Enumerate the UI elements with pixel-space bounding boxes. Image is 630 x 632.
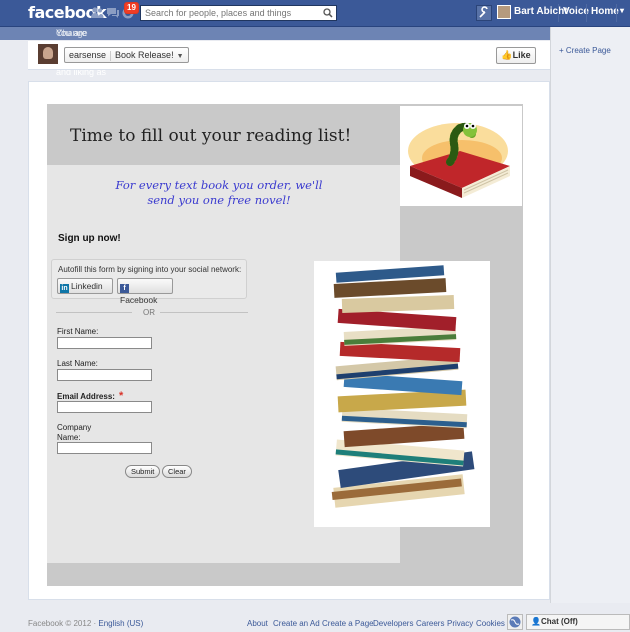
first-name-field[interactable] [57, 337, 152, 349]
language-link[interactable]: English (US) [98, 619, 143, 628]
divider-left [56, 312, 132, 313]
globe-icon[interactable] [507, 614, 523, 630]
like-label: Like [512, 50, 531, 60]
footer-link-careers[interactable]: Careers [416, 619, 444, 628]
like-button[interactable]: 👍Like [496, 47, 536, 64]
messages-icon[interactable] [106, 6, 120, 19]
friend-requests-icon[interactable] [90, 6, 104, 19]
chevron-down-icon: ▼ [176, 53, 184, 60]
tab-name: Book Release! [115, 50, 174, 60]
thumbs-up-icon: 👍 [501, 50, 513, 60]
company-name-label: Company Name: [57, 423, 92, 442]
footer-link-about[interactable]: About [247, 619, 268, 628]
home-link[interactable]: Home [591, 6, 619, 17]
last-name-field[interactable] [57, 369, 152, 381]
facebook-autofill-button[interactable]: fFacebook [117, 278, 173, 305]
facebook-icon: f [120, 284, 129, 293]
user-avatar[interactable] [497, 5, 511, 19]
page-tab-selector[interactable]: earsense Book Release! ▼ [64, 47, 189, 63]
email-field[interactable] [57, 401, 152, 413]
copyright-notice: Facebook © 2012 · English (US) [28, 619, 144, 628]
create-page-link[interactable]: + Create Page [559, 46, 611, 55]
nav-divider [586, 4, 587, 22]
page-headline: Time to fill out your reading list! [70, 126, 352, 146]
footer-link-privacy[interactable]: Privacy [447, 619, 473, 628]
divider-right [160, 312, 248, 313]
footer-link-create-ad[interactable]: Create an Ad [273, 619, 320, 628]
clear-button[interactable]: Clear [162, 465, 192, 478]
chat-bar[interactable]: 👤Chat (Off) [526, 614, 630, 630]
autofill-instructions: Autofill this form by signing into your … [58, 265, 242, 274]
account-menu-chevron-icon[interactable]: ▾ [620, 6, 624, 15]
submit-button[interactable]: Submit [125, 465, 161, 478]
social-autofill-box: Autofill this form by signing into your … [51, 259, 247, 305]
chat-status-icon: 👤 [531, 617, 541, 626]
footer-link-create-page[interactable]: Create a Page [322, 619, 374, 628]
signup-heading: Sign up now! [58, 233, 121, 244]
company-name-field[interactable] [57, 442, 152, 454]
first-name-label: First Name: [57, 327, 99, 336]
linkedin-autofill-button[interactable]: in Linkedin [57, 278, 113, 294]
page-name: earsense [69, 50, 107, 60]
posting-as-bar: You are posting, commenting, and liking … [0, 27, 550, 90]
last-name-label: Last Name: [57, 359, 98, 368]
bookworm-illustration [400, 106, 522, 206]
wrench-icon[interactable] [476, 5, 492, 21]
right-sidebar: + Create Page [550, 27, 630, 603]
linkedin-icon: in [60, 284, 69, 293]
profile-link[interactable]: Bart Abicht [514, 6, 568, 17]
page-avatar[interactable] [38, 44, 58, 64]
nav-divider [616, 4, 617, 22]
top-navigation-bar: facebook 19 Bart Abicht Voice Home ▾ [0, 0, 630, 27]
book-stack-illustration [314, 261, 490, 527]
footer-link-developers[interactable]: Developers [373, 619, 413, 628]
or-divider-label: OR [143, 308, 155, 317]
page-header: earsense Book Release! ▼ 👍Like [28, 41, 550, 70]
search-input[interactable] [141, 6, 329, 20]
search-icon[interactable] [323, 8, 333, 21]
search-box[interactable] [140, 5, 337, 21]
chat-label: Chat (Off) [540, 617, 578, 626]
notification-count-badge: 19 [124, 2, 139, 14]
promo-tagline: For every text book you order, we'll sen… [115, 178, 323, 207]
nav-divider [558, 4, 559, 22]
footer-link-cookies[interactable]: Cookies [476, 619, 505, 628]
